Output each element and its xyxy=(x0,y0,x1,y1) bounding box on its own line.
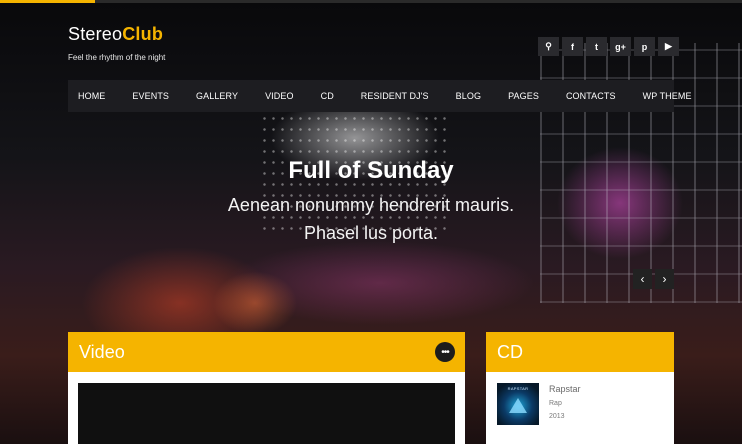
video-panel-title: Video xyxy=(79,341,125,362)
album-info: Rapstar Rap 2013 xyxy=(549,384,581,420)
main-nav: HOME EVENTS GALLERY VIDEO CD RESIDENT DJ… xyxy=(68,80,691,112)
cd-panel-title: CD xyxy=(497,341,523,362)
video-panel-header: Video ••• xyxy=(68,332,465,372)
video-player[interactable] xyxy=(78,383,455,444)
nav-item-contacts[interactable]: CONTACTS xyxy=(566,91,616,101)
album-year: 2013 xyxy=(549,413,565,420)
slider-prev-button[interactable]: ‹ xyxy=(633,269,652,289)
cd-panel-header: CD xyxy=(486,332,674,372)
hero-subtitle-line-2: Phasel lus porta. xyxy=(303,223,439,243)
facebook-icon[interactable]: f xyxy=(562,37,583,56)
hero-title: Full of Sunday xyxy=(288,157,454,184)
slider-next-button[interactable]: › xyxy=(655,269,674,289)
nav-item-cd[interactable]: CD xyxy=(321,91,334,101)
nav-item-events[interactable]: EVENTS xyxy=(132,91,169,101)
cd-panel-body: RAPSTAR Rapstar Rap 2013 xyxy=(486,372,674,444)
site-tagline: Feel the rhythm of the night xyxy=(68,53,166,62)
album-cover[interactable]: RAPSTAR xyxy=(497,383,539,425)
nav-item-pages[interactable]: PAGES xyxy=(508,91,539,101)
more-icon[interactable]: ••• xyxy=(435,342,455,362)
social-icons: ⚲ f t g+ p ▶ xyxy=(538,37,679,56)
nav-item-resident-djs[interactable]: RESIDENT DJ'S xyxy=(361,91,429,101)
album-title[interactable]: Rapstar xyxy=(549,384,581,394)
search-icon[interactable]: ⚲ xyxy=(538,37,559,56)
nav-item-video[interactable]: VIDEO xyxy=(265,91,294,101)
album-genre: Rap xyxy=(549,400,562,407)
logo-text: Stereo xyxy=(68,24,123,44)
twitter-icon[interactable]: t xyxy=(586,37,607,56)
nav-item-gallery[interactable]: GALLERY xyxy=(196,91,238,101)
site-logo[interactable]: StereoClub xyxy=(68,24,165,45)
google-plus-icon[interactable]: g+ xyxy=(610,37,631,56)
nav-item-wp-theme[interactable]: WP THEME xyxy=(643,91,692,101)
youtube-icon[interactable]: ▶ xyxy=(658,37,679,56)
video-panel-body xyxy=(68,372,465,444)
hero-subtitle-line-1: Aenean nonummy hendrerit mauris. xyxy=(227,195,515,215)
album-cover-label: RAPSTAR xyxy=(507,386,529,391)
album-cover-art xyxy=(509,398,527,413)
nav-item-blog[interactable]: BLOG xyxy=(456,91,481,101)
logo-text-bold: Club xyxy=(122,24,164,44)
brand[interactable]: StereoClub Feel the rhythm of the night xyxy=(68,24,165,62)
pinterest-icon[interactable]: p xyxy=(634,37,655,56)
nav-item-home[interactable]: HOME xyxy=(78,91,105,101)
